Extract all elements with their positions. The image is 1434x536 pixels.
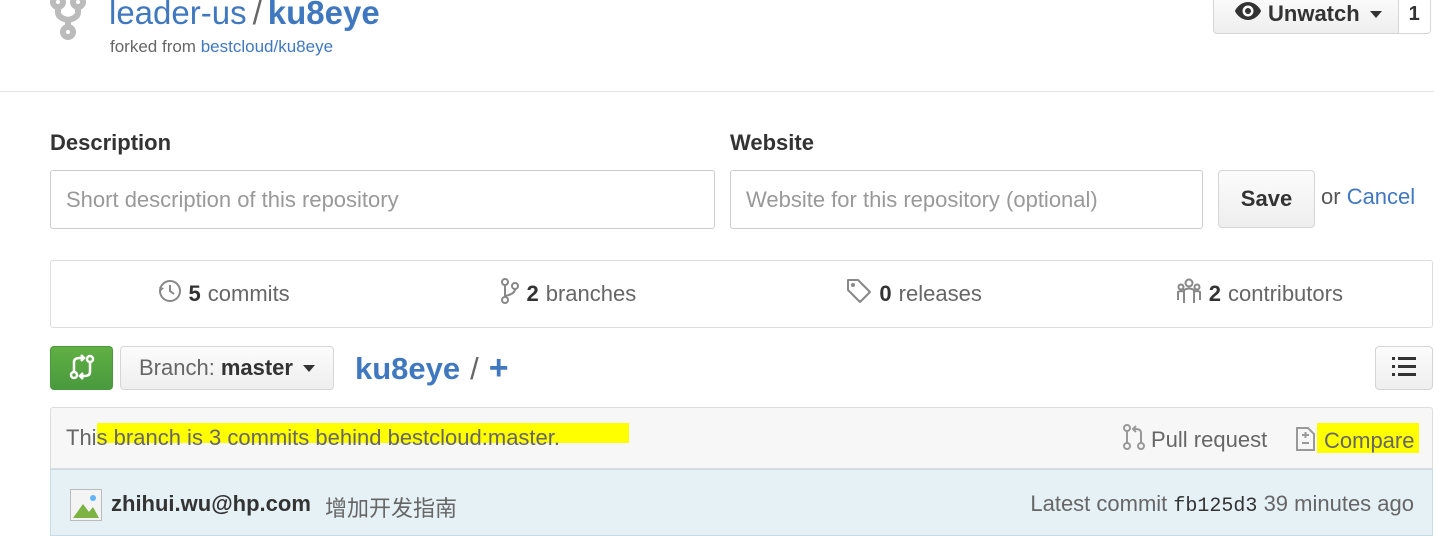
releases-label: releases bbox=[898, 281, 982, 306]
branch-status-bar: This branch is 3 commits behind bestclou… bbox=[50, 407, 1433, 469]
compare-label: Compare bbox=[1324, 428, 1415, 453]
latest-commit-label: Latest commit bbox=[1030, 491, 1168, 516]
add-file-button[interactable]: + bbox=[489, 349, 509, 388]
list-view-button[interactable] bbox=[1375, 346, 1433, 390]
numbers-summary: 5 commits 2 branches 0 releases 2 contri… bbox=[50, 260, 1433, 328]
commit-author-link[interactable]: zhihui.wu@hp.com bbox=[111, 491, 311, 517]
commit-time: 39 minutes ago bbox=[1263, 491, 1414, 516]
save-button[interactable]: Save bbox=[1218, 170, 1315, 228]
forked-from: forked from bestcloud/ku8eye bbox=[110, 37, 333, 57]
unwatch-label: Unwatch bbox=[1268, 1, 1360, 26]
website-input[interactable] bbox=[730, 170, 1203, 229]
commits-link[interactable]: 5 commits bbox=[51, 261, 396, 327]
repo-forked-icon bbox=[50, 0, 86, 40]
repo-owner-link[interactable]: leader-us bbox=[109, 0, 247, 31]
history-icon bbox=[158, 279, 182, 309]
organization-icon bbox=[1176, 278, 1202, 310]
commits-count: 5 bbox=[188, 281, 201, 306]
or-text: or bbox=[1321, 184, 1347, 209]
branches-label: branches bbox=[545, 281, 637, 306]
watchers-count[interactable]: 1 bbox=[1398, 0, 1431, 34]
repo-title-separator: / bbox=[252, 0, 262, 31]
releases-count: 0 bbox=[879, 281, 892, 306]
forked-source-link[interactable]: bestcloud/ku8eye bbox=[201, 37, 333, 56]
compare-link[interactable]: Compare bbox=[1294, 424, 1414, 458]
branch-name: master bbox=[220, 355, 293, 380]
list-icon bbox=[1392, 356, 1416, 381]
description-input[interactable] bbox=[50, 170, 715, 229]
forked-from-label: forked from bbox=[110, 37, 201, 56]
chevron-down-icon bbox=[1369, 10, 1382, 18]
repo-name-link[interactable]: ku8eye bbox=[268, 0, 380, 31]
repo-title: leader-us / ku8eye bbox=[109, 0, 380, 32]
latest-commit-bar: zhihui.wu@hp.com 增加开发指南 Latest commit fb… bbox=[50, 469, 1433, 536]
releases-link[interactable]: 0 releases bbox=[742, 261, 1087, 327]
pull-request-link[interactable]: Pull request bbox=[1123, 424, 1267, 456]
git-pull-request-icon bbox=[1123, 424, 1145, 456]
commits-label: commits bbox=[207, 281, 290, 306]
repo-header: leader-us / ku8eye forked from bestcloud/k… bbox=[0, 0, 1434, 92]
pull-request-label: Pull request bbox=[1151, 427, 1268, 452]
git-branch-icon bbox=[501, 278, 520, 310]
contributors-link[interactable]: 2 contributors bbox=[1087, 261, 1432, 327]
breadcrumb-separator: / bbox=[470, 350, 479, 386]
compare-review-button[interactable] bbox=[50, 346, 113, 390]
branches-link[interactable]: 2 branches bbox=[396, 261, 741, 327]
breadcrumb-root-link[interactable]: ku8eye bbox=[355, 351, 460, 387]
contributors-count: 2 bbox=[1208, 281, 1222, 306]
avatar[interactable] bbox=[70, 489, 102, 521]
tag-icon bbox=[846, 278, 872, 310]
branch-prefix: Branch: bbox=[139, 355, 215, 380]
commit-meta: Latest commit fb125d3 39 minutes ago bbox=[1030, 491, 1414, 518]
contributors-label: contributors bbox=[1228, 281, 1343, 306]
unwatch-button[interactable]: Unwatch bbox=[1213, 0, 1399, 34]
cancel-link[interactable]: Cancel bbox=[1347, 184, 1415, 209]
watch-group: Unwatch 1 bbox=[1213, 0, 1431, 34]
branches-count: 2 bbox=[526, 281, 539, 306]
chevron-down-icon bbox=[302, 364, 315, 372]
description-label: Description bbox=[50, 130, 172, 155]
diff-icon bbox=[1294, 424, 1316, 458]
eye-icon bbox=[1234, 1, 1262, 27]
breadcrumb: ku8eye / + bbox=[355, 349, 509, 388]
git-compare-icon bbox=[68, 353, 96, 384]
branch-status-text: This branch is 3 commits behind bestclou… bbox=[66, 425, 561, 450]
website-label: Website bbox=[730, 130, 814, 155]
or-cancel: or Cancel bbox=[1321, 184, 1415, 210]
commit-message-link[interactable]: 增加开发指南 bbox=[325, 491, 457, 523]
commit-sha-link[interactable]: fb125d3 bbox=[1173, 495, 1257, 518]
branch-select-button[interactable]: Branch: master bbox=[120, 346, 334, 390]
